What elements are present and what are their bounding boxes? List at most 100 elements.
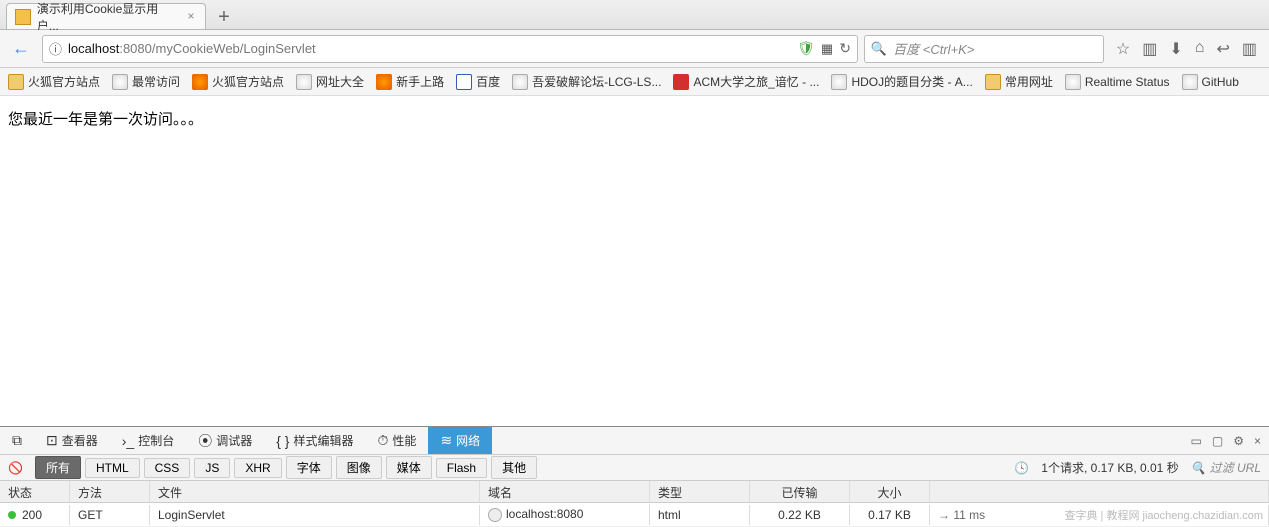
menu-icon[interactable]: ▥	[1242, 39, 1257, 59]
bookmark-item[interactable]: Realtime Status	[1065, 74, 1170, 90]
url-path: /myCookieWeb/LoginServlet	[152, 41, 316, 56]
folder-icon	[8, 74, 24, 90]
col-timeline[interactable]	[930, 481, 1269, 502]
folder-icon	[985, 74, 1001, 90]
network-summary: 1个请求, 0.17 KB, 0.01 秒	[1041, 459, 1178, 476]
devtools-settings-icon[interactable]: ⚙	[1233, 434, 1244, 448]
filter-all-button[interactable]: 所有	[35, 456, 81, 479]
search-icon: 🔍	[871, 41, 887, 57]
filter-html-button[interactable]: HTML	[85, 458, 140, 478]
page-content: 您最近一年是第一次访问。。。	[0, 96, 1269, 426]
col-size[interactable]: 大小	[850, 481, 930, 502]
bookmark-item[interactable]: 吾爱破解论坛-LCG-LS...	[512, 73, 661, 90]
devtools-tabs: ⧉ ⊡查看器 ›_控制台 ⦿调试器 { }样式编辑器 ⏱性能 ≋网络 ▭ ▢ ⚙…	[0, 427, 1269, 455]
filter-image-button[interactable]: 图像	[336, 456, 382, 479]
back-button[interactable]: ←	[6, 34, 36, 64]
url-port: :8080	[119, 41, 152, 56]
col-domain[interactable]: 域名	[480, 481, 650, 502]
firefox-icon	[192, 74, 208, 90]
watermark: 查字典 | 教程网 jiaocheng.chazidian.com	[1065, 507, 1264, 523]
debugger-icon: ⦿	[198, 431, 212, 451]
baidu-icon	[456, 74, 472, 90]
url-host: localhost	[68, 41, 119, 56]
status-dot-icon	[8, 511, 16, 519]
bookmark-item[interactable]: 新手上路	[376, 73, 444, 90]
bookmark-item[interactable]: 常用网址	[985, 73, 1053, 90]
tab-debugger[interactable]: ⦿调试器	[186, 427, 264, 454]
filter-flash-button[interactable]: Flash	[436, 458, 487, 478]
reader-icon[interactable]: ▥	[1142, 39, 1157, 59]
filter-js-button[interactable]: JS	[194, 458, 230, 478]
globe-icon	[1065, 74, 1081, 90]
toolbar-buttons: ☆ ▥ ⬇ ⌂ ↩ ▥	[1110, 39, 1263, 59]
globe-icon	[488, 508, 502, 522]
tab-inspector[interactable]: ⊡查看器	[34, 427, 110, 454]
globe-icon	[1182, 74, 1198, 90]
shield-icon[interactable]: 🛡	[797, 40, 815, 57]
devtools-toggle-button[interactable]: ⧉	[0, 427, 34, 454]
new-tab-button[interactable]: +	[212, 5, 236, 29]
downloads-icon[interactable]: ⬇	[1169, 39, 1182, 59]
col-type[interactable]: 类型	[650, 481, 750, 502]
devtools-dock-icon[interactable]: ▢	[1212, 434, 1223, 448]
globe-icon	[296, 74, 312, 90]
filter-url-input[interactable]: 🔍过滤 URL	[1191, 459, 1261, 476]
bookmark-item[interactable]: ACM大学之旅_谙忆 - ...	[673, 73, 819, 90]
clear-icon[interactable]: 🚫	[0, 461, 31, 475]
search-bar[interactable]: 🔍 百度 <Ctrl+K>	[864, 35, 1104, 63]
tab-console[interactable]: ›_控制台	[110, 427, 186, 454]
home-icon[interactable]: ⌂	[1195, 39, 1205, 59]
browser-tab[interactable]: 演示利用Cookie显示用户... ×	[6, 3, 206, 29]
tab-network[interactable]: ≋网络	[428, 427, 492, 454]
tab-favicon	[15, 9, 31, 25]
bookmark-bar: 火狐官方站点 最常访问 火狐官方站点 网址大全 新手上路 百度 吾爱破解论坛-L…	[0, 68, 1269, 96]
col-status[interactable]: 状态	[0, 481, 70, 502]
col-file[interactable]: 文件	[150, 481, 480, 502]
info-icon[interactable]: ⓘ	[49, 39, 62, 58]
bookmark-item[interactable]: 火狐官方站点	[8, 73, 100, 90]
devtools-options-icon[interactable]: ▭	[1191, 434, 1202, 448]
nav-bar: ← ⓘ localhost:8080/myCookieWeb/LoginServ…	[0, 30, 1269, 68]
bookmark-star-icon[interactable]: ☆	[1116, 39, 1130, 59]
col-method[interactable]: 方法	[70, 481, 150, 502]
content-text: 您最近一年是第一次访问。。。	[8, 111, 203, 128]
reload-icon[interactable]: ↻	[839, 40, 851, 57]
bookmark-item[interactable]: 火狐官方站点	[192, 73, 284, 90]
col-transferred[interactable]: 已传输	[750, 481, 850, 502]
bookmark-item[interactable]: GitHub	[1182, 74, 1239, 90]
sync-icon[interactable]: ↩	[1216, 39, 1229, 59]
search-icon: 🔍	[1191, 461, 1206, 475]
search-placeholder: 百度 <Ctrl+K>	[893, 39, 974, 58]
bookmark-item[interactable]: 网址大全	[296, 73, 364, 90]
filter-other-button[interactable]: 其他	[491, 456, 537, 479]
url-bar[interactable]: ⓘ localhost:8080/myCookieWeb/LoginServle…	[42, 35, 858, 63]
filter-font-button[interactable]: 字体	[286, 456, 332, 479]
console-icon: ›_	[122, 433, 134, 449]
clock-icon: 🕓	[1014, 461, 1029, 475]
tab-title: 演示利用Cookie显示用户...	[37, 0, 179, 34]
bookmark-item[interactable]: 最常访问	[112, 73, 180, 90]
tab-performance[interactable]: ⏱性能	[366, 427, 429, 454]
network-filter-bar: 🚫 所有 HTML CSS JS XHR 字体 图像 媒体 Flash 其他 🕓…	[0, 455, 1269, 481]
style-icon: { }	[276, 433, 289, 449]
globe-icon	[512, 74, 528, 90]
bookmark-item[interactable]: 百度	[456, 73, 500, 90]
firefox-icon	[376, 74, 392, 90]
tab-style-editor[interactable]: { }样式编辑器	[264, 427, 365, 454]
filter-css-button[interactable]: CSS	[144, 458, 191, 478]
perf-icon: ⏱	[378, 432, 389, 449]
filter-media-button[interactable]: 媒体	[386, 456, 432, 479]
qr-icon[interactable]: ▦	[821, 41, 833, 57]
close-tab-icon[interactable]: ×	[185, 11, 197, 23]
panel-icon: ⧉	[12, 432, 22, 449]
globe-icon	[831, 74, 847, 90]
devtools-close-icon[interactable]: ×	[1254, 434, 1261, 448]
filter-xhr-button[interactable]: XHR	[234, 458, 281, 478]
network-table-header: 状态 方法 文件 域名 类型 已传输 大小	[0, 481, 1269, 503]
inspector-icon: ⊡	[46, 432, 58, 449]
site-icon	[673, 74, 689, 90]
globe-icon	[112, 74, 128, 90]
bookmark-item[interactable]: HDOJ的题目分类 - A...	[831, 73, 972, 90]
network-icon: ≋	[440, 432, 452, 449]
tab-bar: 演示利用Cookie显示用户... × +	[0, 0, 1269, 30]
